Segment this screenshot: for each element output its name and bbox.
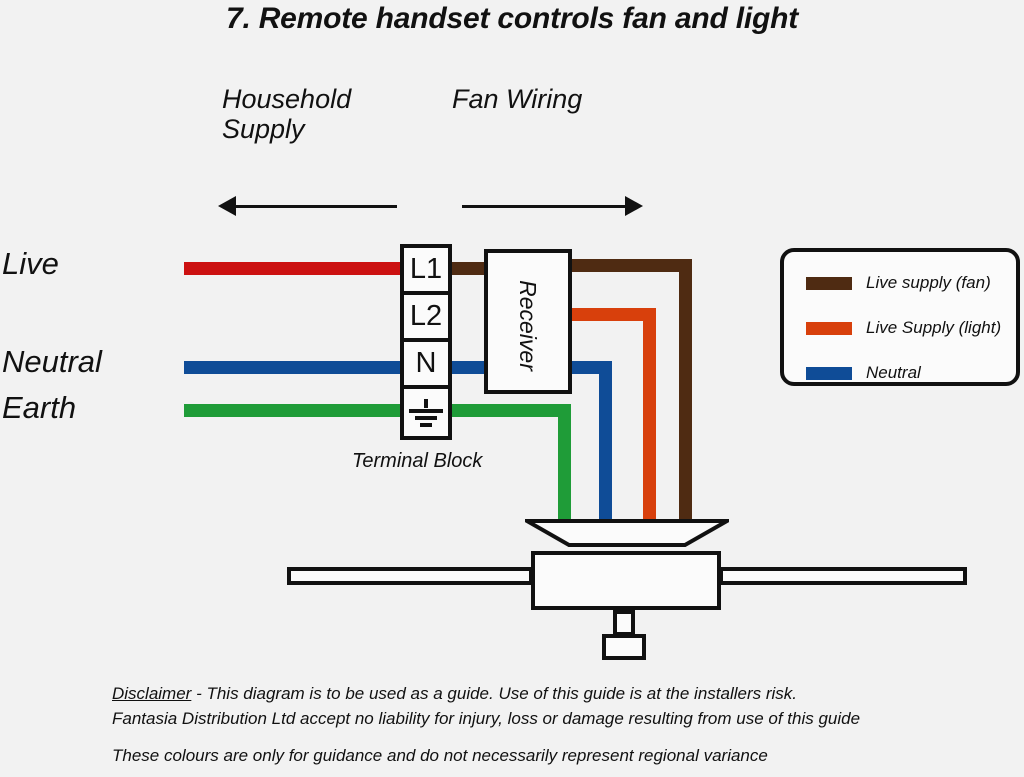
terminal-block: L1 L2 N <box>400 244 452 440</box>
fan-light-fitting <box>602 634 646 660</box>
disclaimer-spacer <box>112 731 1012 744</box>
legend-item-live-supply-fan: Live supply (fan) <box>806 265 1016 301</box>
receiver-label: Receiver <box>515 280 542 371</box>
terminal-block-caption: Terminal Block <box>352 450 483 472</box>
fan-blade-left <box>287 567 533 585</box>
legend-label-live-supply-light: Live Supply (light) <box>866 318 1002 337</box>
household-supply-label: Household Supply <box>222 84 352 145</box>
legend-box: Live supply (fan) Live Supply (light) Ne… <box>780 248 1020 386</box>
legend-label-live-supply-fan: Live supply (fan) <box>866 273 991 292</box>
terminal-cell-l2: L2 <box>404 295 448 342</box>
household-supply-arrow-line <box>232 205 397 208</box>
fan-blade-right <box>719 567 967 585</box>
legend-label-neutral: Neutral <box>866 363 921 382</box>
wire-live-fan-brown-vertical <box>679 259 692 521</box>
wire-live-red <box>184 262 406 275</box>
earth-ground-icon <box>409 398 443 427</box>
disclaimer-text: Disclaimer - This diagram is to be used … <box>112 682 1012 769</box>
legend-swatch-blue <box>806 366 852 380</box>
disclaimer-heading: Disclaimer <box>112 684 192 703</box>
fan-wiring-arrow-line <box>462 205 627 208</box>
supply-label-neutral: Neutral <box>2 344 102 379</box>
terminal-cell-earth <box>404 389 448 436</box>
wire-earth-green-vertical <box>558 404 571 521</box>
disclaimer-line-2: Fantasia Distribution Ltd accept no liab… <box>112 708 861 728</box>
disclaimer-line-3: These colours are only for guidance and … <box>112 746 768 766</box>
legend-swatch-orange <box>806 321 852 335</box>
wire-live-light-orange-vertical <box>643 308 656 521</box>
wire-live-fan-brown-horizontal <box>566 259 692 272</box>
terminal-cell-n: N <box>404 342 448 389</box>
legend-item-live-supply-light: Live Supply (light) <box>806 310 1016 346</box>
wire-neutral-blue-supply <box>184 361 406 374</box>
household-supply-arrow-head-icon <box>218 196 236 216</box>
receiver-module: Receiver <box>484 249 572 394</box>
supply-label-live: Live <box>2 246 59 281</box>
wire-neutral-blue-vertical <box>599 361 612 521</box>
legend-swatch-brown <box>806 276 852 290</box>
fan-wiring-label: Fan Wiring <box>452 84 583 114</box>
disclaimer-line-1-rest: - This diagram is to be used as a guide.… <box>191 684 798 703</box>
fan-downrod <box>613 610 635 636</box>
terminal-cell-l1: L1 <box>404 248 448 295</box>
supply-label-earth: Earth <box>2 390 77 425</box>
wire-earth-green-supply <box>184 404 406 417</box>
page-title: 7. Remote handset controls fan and light <box>225 2 799 35</box>
disclaimer-line-1: Disclaimer - This diagram is to be used … <box>112 682 1012 707</box>
fan-wiring-arrow-head-icon <box>625 196 643 216</box>
legend-item-neutral: Neutral <box>806 355 1016 391</box>
fan-canopy <box>525 519 729 547</box>
fan-motor-housing <box>531 551 721 610</box>
wire-earth-green-horizontal <box>446 404 571 417</box>
